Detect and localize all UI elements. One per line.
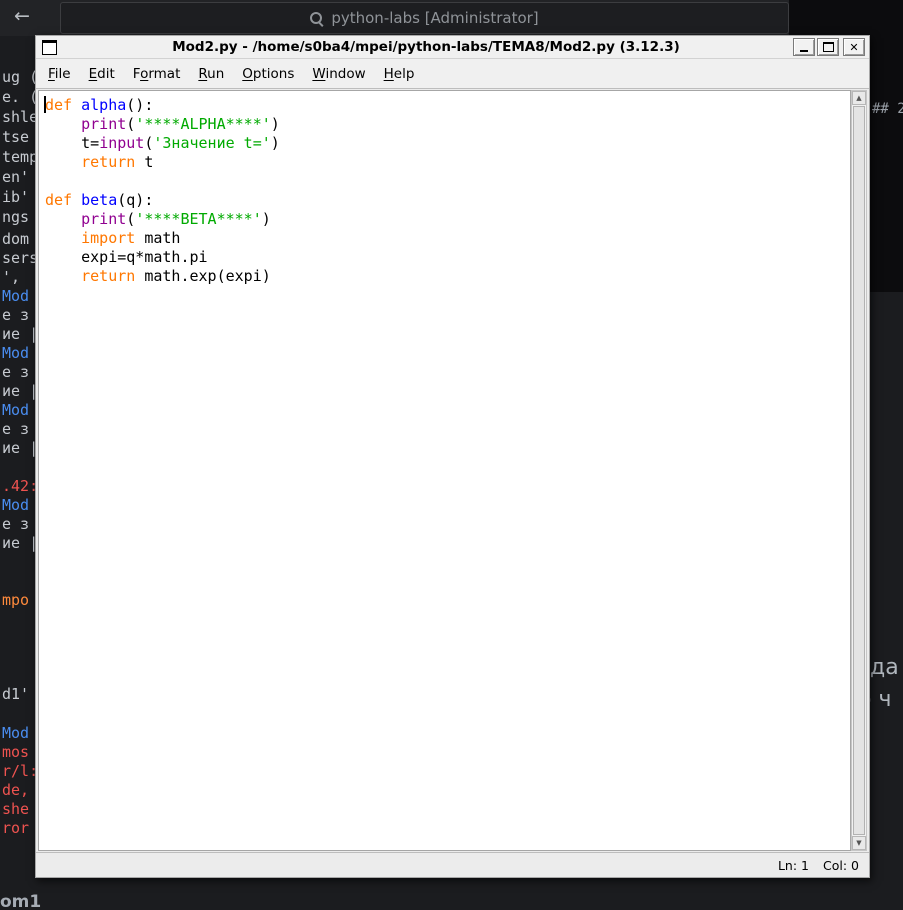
back-arrow-icon[interactable]: ← <box>14 5 30 27</box>
background-text-fragment: ug ( <box>2 68 38 87</box>
desktop: ← python-labs [Administrator] ug (e. (sh… <box>0 0 903 910</box>
maximize-icon <box>823 42 834 52</box>
text-cursor <box>44 96 46 113</box>
scroll-up-arrow-icon[interactable]: ▲ <box>852 91 866 105</box>
background-text-fragment: ror <box>2 819 29 838</box>
scrollbar-thumb[interactable] <box>853 106 865 835</box>
maximize-button[interactable] <box>817 38 839 56</box>
close-icon: ✕ <box>849 42 858 53</box>
code-line: return math.exp(expi) <box>45 267 848 286</box>
code-line: import math <box>45 229 848 248</box>
close-button[interactable]: ✕ <box>843 38 865 56</box>
code-line: print('****BETA****') <box>45 210 848 229</box>
menu-item-options[interactable]: Options <box>233 62 303 86</box>
background-text-fragment: ngs <box>2 208 29 227</box>
background-text-fragment: e з <box>2 420 29 439</box>
background-text-fragment: Mod <box>2 401 29 420</box>
background-text-fragment: om1 <box>0 893 41 910</box>
background-text-fragment: sers <box>2 249 38 268</box>
background-text-fragment: ib' <box>2 188 29 207</box>
menu-item-file[interactable]: File <box>39 62 80 86</box>
status-bar: Ln: 1 Col: 0 <box>36 852 869 877</box>
code-area[interactable]: def alpha(): print('****ALPHA****') t=in… <box>39 91 850 850</box>
title-bar[interactable]: Mod2.py - /home/s0ba4/mpei/python-labs/T… <box>36 36 869 59</box>
search-bar-text: python-labs [Administrator] <box>331 9 538 27</box>
background-text-fragment: Mod <box>2 724 29 743</box>
menu-item-help[interactable]: Help <box>375 62 424 86</box>
status-column-number: Col: 0 <box>823 858 859 873</box>
menu-item-run[interactable]: Run <box>189 62 233 86</box>
menu-item-window[interactable]: Window <box>303 62 374 86</box>
code-line: return t <box>45 153 848 172</box>
code-line <box>45 172 848 191</box>
menu-item-edit[interactable]: Edit <box>80 62 124 86</box>
background-text-fragment: ', <box>2 268 29 287</box>
background-text-fragment: tse <box>2 128 29 147</box>
background-text-fragment: mpo <box>2 591 29 610</box>
code-line: def beta(q): <box>45 191 848 210</box>
background-text-fragment: e з <box>2 363 29 382</box>
background-text-fragment: да <box>870 658 899 677</box>
code-line: def alpha(): <box>45 96 848 115</box>
status-line-number: Ln: 1 <box>778 858 809 873</box>
background-text-fragment: en' <box>2 168 29 187</box>
scroll-down-arrow-icon[interactable]: ▼ <box>852 836 866 850</box>
background-text-fragment: e з <box>2 306 29 325</box>
background-text-fragment: de, <box>2 781 29 800</box>
window-icon[interactable] <box>42 40 57 55</box>
menu-bar: FileEditFormatRunOptionsWindowHelp <box>36 59 869 89</box>
minimize-icon <box>800 50 808 52</box>
background-text-fragment: Mod <box>2 496 29 515</box>
idle-editor-window: Mod2.py - /home/s0ba4/mpei/python-labs/T… <box>35 35 870 878</box>
background-text-fragment: d1' <box>2 685 29 704</box>
vertical-scrollbar[interactable]: ▲ ▼ <box>851 90 867 851</box>
minimize-button[interactable] <box>793 38 815 56</box>
background-text-fragment: mos <box>2 743 29 762</box>
text-editor[interactable]: def alpha(): print('****ALPHA****') t=in… <box>38 90 851 851</box>
background-text-fragment: she <box>2 800 29 819</box>
search-icon <box>310 12 323 25</box>
code-line: t=input('Значение t=') <box>45 134 848 153</box>
background-text-fragment: Mod <box>2 344 29 363</box>
background-text-fragment: temp <box>2 148 38 167</box>
code-line: expi=q*math.pi <box>45 248 848 267</box>
background-text-fragment: ие | <box>2 534 38 553</box>
background-text-fragment: Mod <box>2 287 29 306</box>
background-text-fragment: e. ( <box>2 88 38 107</box>
search-bar[interactable]: python-labs [Administrator] <box>60 2 789 34</box>
background-text-fragment: shle <box>2 108 38 127</box>
background-text-fragment: ие | <box>2 325 38 344</box>
background-text-fragment: r/l: <box>2 762 38 781</box>
menu-item-format[interactable]: Format <box>124 62 190 86</box>
background-text-fragment: ие | <box>2 382 38 401</box>
background-text-fragment: e з <box>2 515 29 534</box>
background-text-fragment: dom <box>2 230 29 249</box>
code-line: print('****ALPHA****') <box>45 115 848 134</box>
window-title: Mod2.py - /home/s0ba4/mpei/python-labs/T… <box>61 39 791 55</box>
background-text-fragment: .42: <box>2 477 38 496</box>
background-text-fragment: ие | <box>2 439 38 458</box>
